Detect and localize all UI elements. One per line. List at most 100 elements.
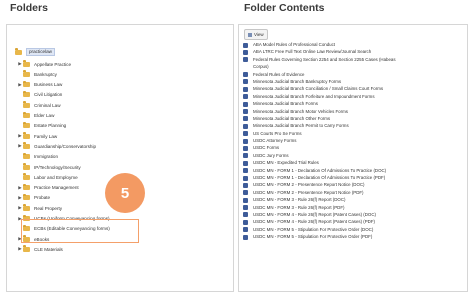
folders-heading: Folders: [10, 2, 48, 14]
document-item[interactable]: Minnesota Judicial Branch Other Forms: [243, 116, 465, 123]
document-icon: [243, 72, 248, 78]
folder-label: Labor and Employme: [34, 174, 78, 180]
document-item[interactable]: US Courts Pro Se Forms: [243, 131, 465, 138]
folder-tree-item[interactable]: ▶ CLE Materials: [17, 244, 63, 254]
folder-tree-item[interactable]: ▶ Practice Management: [17, 183, 79, 193]
document-item[interactable]: USDC MN - FORM 2 - Presentence Report No…: [243, 190, 465, 197]
folder-icon: [23, 163, 30, 170]
document-item[interactable]: USDC MN - FORM 3 - Rule 26(f) Report (PD…: [243, 205, 465, 212]
folder-tree-item[interactable]: Bankruptcy: [17, 69, 57, 79]
document-icon: [243, 190, 248, 196]
document-item[interactable]: USDC Jury Forms: [243, 153, 465, 160]
document-icon: [243, 168, 248, 174]
document-item[interactable]: USDC Attorney Forms: [243, 138, 465, 145]
document-label: USDC MN - FORM 1 - Declaration Of Admiss…: [253, 167, 387, 173]
folder-icon: [23, 70, 30, 77]
document-item[interactable]: ABA Model Rules of Professional Conduct: [243, 42, 465, 49]
folder-tree-item[interactable]: Labor and Employme: [17, 172, 78, 182]
folder-label: CLE Materials: [34, 246, 63, 252]
document-label: USDC MN - FORM 4 - Rule 26(f) Report (Pa…: [253, 219, 375, 225]
folder-tree-item[interactable]: Elder Law: [17, 111, 54, 121]
document-label: USDC MN - FORM 3 - Rule 26(f) Report (PD…: [253, 204, 345, 210]
document-item[interactable]: Minnesota Judicial Branch Bankruptcy For…: [243, 79, 465, 86]
document-label: USDC MN - Expedited Trial Rules: [253, 160, 319, 166]
folder-tree-item[interactable]: IP/Technology/Security: [17, 162, 81, 172]
document-label: USDC MN - FORM 2 - Presentence Report No…: [253, 189, 364, 195]
document-icon: [243, 57, 248, 63]
document-item[interactable]: Minnesota Judicial Branch Permit to Carr…: [243, 123, 465, 130]
document-icon: [243, 42, 248, 48]
document-item[interactable]: USDC MN - FORM 4 - Rule 26(f) Report (Pa…: [243, 219, 465, 226]
document-item[interactable]: Minnesota Judicial Branch Conciliation /…: [243, 86, 465, 93]
folder-icon: [23, 193, 30, 201]
document-label: USDC MN - FORM 2 - Presentence Report No…: [253, 182, 365, 188]
folder-contents-heading: Folder Contents: [244, 2, 325, 14]
folder-label: Bankruptcy: [34, 71, 57, 77]
document-item[interactable]: USDC MN - FORM 4 - Rule 26(f) Report (Pa…: [243, 212, 465, 219]
document-label: Minnesota Judicial Branch Bankruptcy For…: [253, 78, 342, 84]
document-icon: [243, 145, 248, 151]
folder-icon: [15, 48, 22, 55]
folder-tree-item[interactable]: ▶ Family Law: [17, 131, 57, 141]
folder-icon: [23, 80, 30, 88]
document-label: USDC Jury Forms: [253, 152, 289, 158]
folder-icon: [23, 142, 30, 149]
folder-label: Probate: [34, 195, 51, 201]
document-item[interactable]: Minnesota Judicial Branch Forms: [243, 101, 465, 108]
document-item[interactable]: Minnesota Judicial Branch Motor Vehicles…: [243, 109, 465, 116]
document-label: Corpus): [253, 64, 269, 70]
folder-icon: [23, 152, 30, 160]
document-item[interactable]: USDC Forms: [243, 145, 465, 152]
document-item[interactable]: USDC MN - Expedited Trial Rules: [243, 160, 465, 167]
document-item[interactable]: USDC MN - FORM 5 - Stipulation For Prote…: [243, 227, 465, 234]
view-button[interactable]: View: [244, 29, 268, 40]
folder-label: UCBs (Uniform Conveyancing forms): [34, 216, 110, 221]
folder-tree-item[interactable]: ECBs (Editable Conveyancing forms): [17, 224, 110, 234]
document-list: ABA Model Rules of Professional Conduct A…: [243, 42, 465, 242]
document-item[interactable]: Federal Rules Governing Section 2254 and…: [243, 57, 465, 64]
document-item[interactable]: USDC MN - FORM 3 - Rule 26(f) Report (DO…: [243, 197, 465, 204]
folder-tree-item[interactable]: Immigration: [17, 152, 58, 162]
view-button-label: View: [254, 32, 264, 37]
folder-contents-panel: View ABA Model Rules of Professional Con…: [238, 24, 468, 292]
document-icon: [243, 160, 248, 166]
document-icon: [243, 182, 248, 188]
step-badge: 5: [105, 173, 145, 213]
folder-icon: [23, 132, 30, 139]
folder-label: Real Property: [34, 205, 63, 211]
document-item[interactable]: USDC MN - FORM 5 - Stipulation For Prote…: [243, 234, 465, 241]
document-icon: [243, 109, 248, 115]
folder-tree-item[interactable]: ▶ Real Property: [17, 203, 62, 213]
document-item[interactable]: Federal Rules of Evidence: [243, 72, 465, 79]
folder-tree-item[interactable]: ▶ Probate: [17, 193, 50, 203]
document-icon: [243, 197, 248, 203]
document-item[interactable]: USDC MN - FORM 2 - Presentence Report No…: [243, 182, 465, 189]
document-item[interactable]: USDC MN - FORM 1 - Declaration Of Admiss…: [243, 175, 465, 182]
document-icon: [243, 116, 248, 122]
document-item[interactable]: Minnesota Judicial Branch Forfeiture and…: [243, 94, 465, 101]
folder-tree-item[interactable]: ▶ UCBs (Uniform Conveyancing forms): [17, 214, 110, 224]
folder-label: IP/Technology/Security: [34, 164, 81, 170]
document-label: Minnesota Judicial Branch Permit to Carr…: [253, 123, 349, 129]
document-icon: [243, 205, 248, 211]
document-label: USDC MN - FORM 3 - Rule 26(f) Report (DO…: [253, 197, 346, 203]
folder-tree-item[interactable]: Civil Litigation: [17, 90, 62, 100]
tree-root-folder[interactable]: practicelaw: [15, 47, 55, 57]
folder-tree-item[interactable]: Estate Planning: [17, 121, 66, 131]
document-icon: [243, 101, 248, 107]
folder-tree-item[interactable]: Criminal Law: [17, 100, 61, 110]
document-item[interactable]: ABA LTRC Free Full Text Online Law Revie…: [243, 49, 465, 56]
view-icon: [248, 32, 252, 37]
folder-tree-item[interactable]: ▶ eBooks: [17, 234, 49, 244]
folder-tree-item[interactable]: ▶ Appellate Practice: [17, 59, 71, 69]
document-item[interactable]: Corpus): [243, 64, 465, 71]
document-item[interactable]: USDC MN - FORM 1 - Declaration Of Admiss…: [243, 168, 465, 175]
folder-icon: [23, 214, 30, 221]
document-icon: [243, 234, 248, 240]
document-icon: [243, 79, 248, 85]
folders-panel: practicelaw ▶ Appellate Practice Bankruptc…: [6, 24, 234, 292]
folder-tree-item[interactable]: ▶ Guardianship/Conservatorship: [17, 141, 96, 151]
folder-label: Elder Law: [34, 113, 55, 118]
folder-tree-item[interactable]: ▶ Business Law: [17, 80, 62, 90]
folder-icon: [23, 224, 30, 232]
